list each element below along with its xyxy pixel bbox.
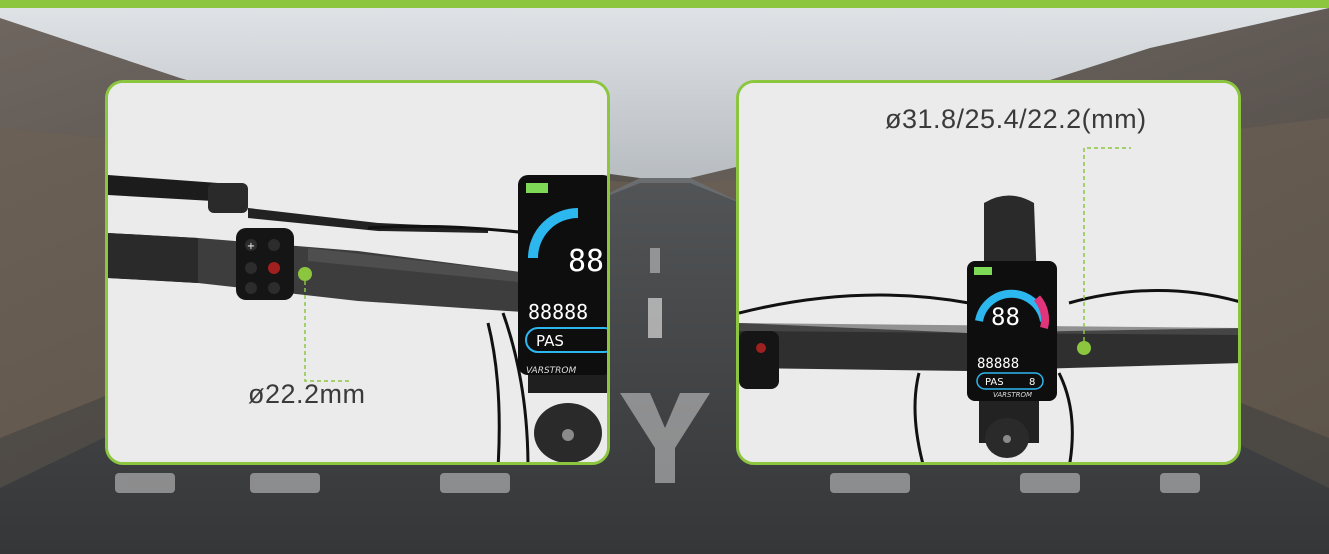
display-pas-label: PAS	[536, 332, 564, 350]
display-speed-right: 88	[991, 303, 1020, 331]
display-speed: 88	[568, 244, 604, 279]
display-pas-label-right: PAS	[985, 377, 1004, 388]
handlebar-closeup-right-panel: 88 88888 PAS 8 VARSTROM	[736, 80, 1241, 465]
display-pas-level-right: 8	[1029, 377, 1035, 388]
left-diameter-label: ø22.2mm	[248, 379, 366, 409]
display-brand: VARSTROM	[526, 366, 577, 376]
left-measure-dot	[298, 267, 312, 281]
display-odometer: 88888	[528, 300, 588, 324]
display-odometer-right: 88888	[977, 356, 1019, 372]
display-brand-right: VARSTROM	[993, 391, 1032, 399]
right-diameter-label: ø31.8/25.4/22.2(mm)	[885, 104, 1147, 134]
right-handlebar-image: 88 88888 PAS 8 VARSTROM	[739, 83, 1238, 462]
top-accent-bar	[0, 0, 1329, 8]
right-measure-dot	[1077, 341, 1091, 355]
svg-text:+: +	[247, 241, 255, 252]
